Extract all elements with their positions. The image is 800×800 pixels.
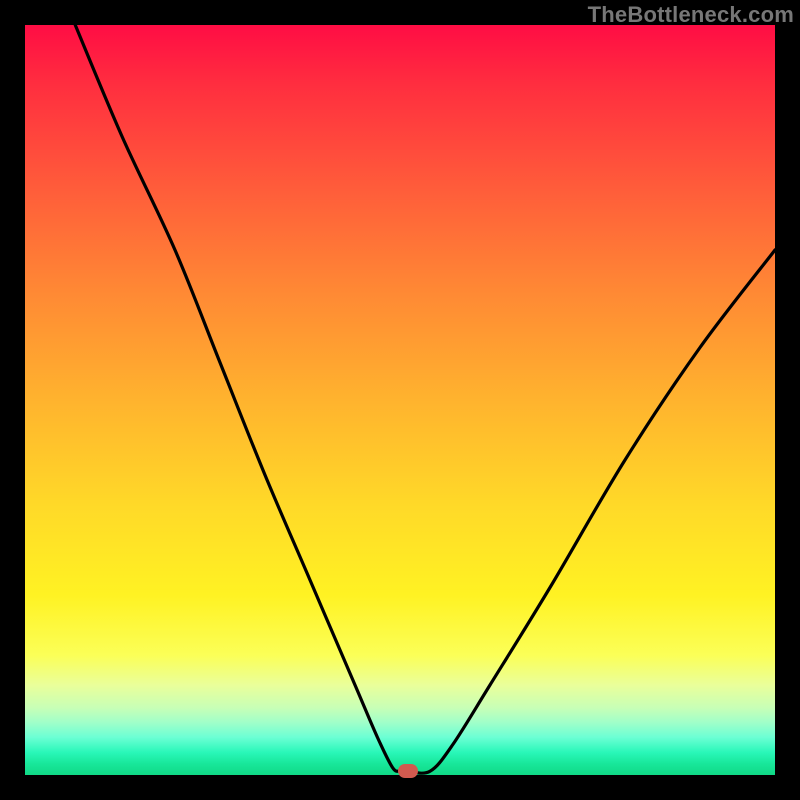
bottleneck-curve (25, 25, 775, 775)
optimum-marker (398, 764, 418, 778)
chart-container: TheBottleneck.com (0, 0, 800, 800)
plot-area (25, 25, 775, 775)
watermark-text: TheBottleneck.com (588, 2, 794, 28)
